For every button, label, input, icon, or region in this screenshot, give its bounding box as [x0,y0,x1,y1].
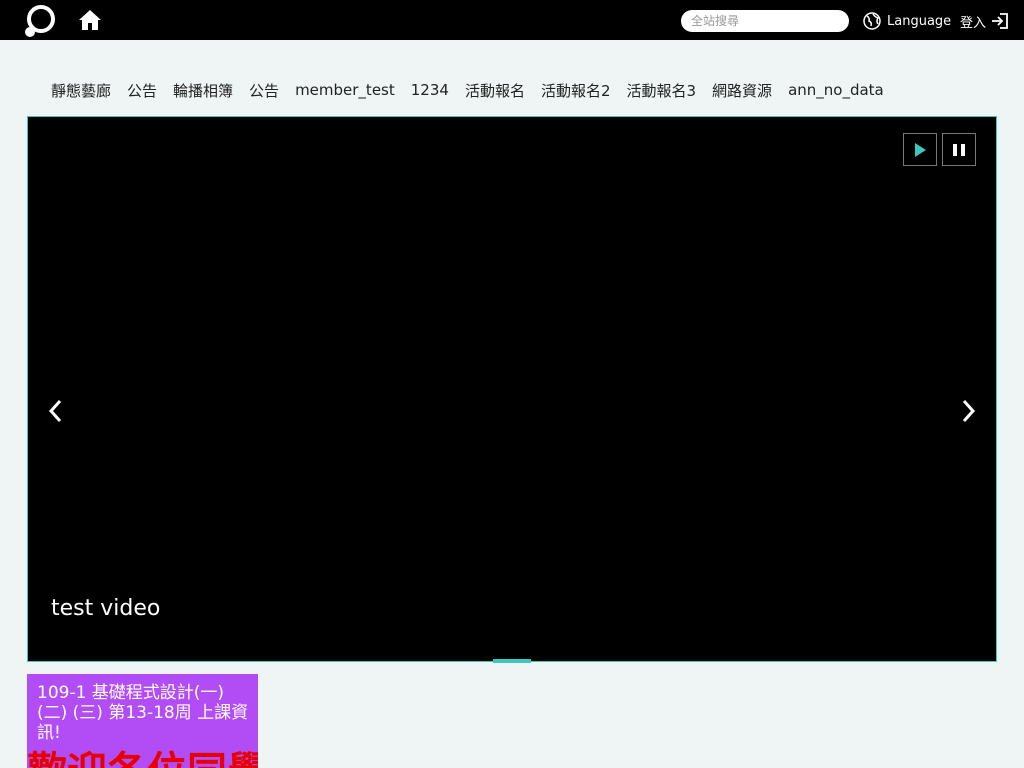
nav-item-event-registration-3[interactable]: 活動報名3 [619,80,705,101]
top-bar: Language 登入 [0,0,1024,40]
nav-item-announcement[interactable]: 公告 [119,80,165,101]
slide-indicator[interactable] [493,659,531,663]
nav-item-static-gallery[interactable]: 靜態藝廊 [43,80,119,101]
nav-item-carousel-album[interactable]: 輪播相簿 [165,80,241,101]
language-label: Language [887,13,952,29]
play-button[interactable] [903,133,937,166]
nav-item-event-registration-2[interactable]: 活動報名2 [533,80,619,101]
nav-item-announcement-2[interactable]: 公告 [241,80,287,101]
main-nav: 靜態藝廊 公告 輪播相簿 公告 member_test 1234 活動報名 活動… [43,79,892,101]
chevron-right-icon[interactable] [958,398,978,424]
globe-icon [863,12,881,30]
nav-item-event-registration[interactable]: 活動報名 [457,80,533,101]
search-input[interactable] [681,10,849,32]
pause-icon [953,143,965,156]
pause-button[interactable] [942,133,976,166]
announcement-card[interactable]: 109-1 基礎程式設計(一)(二) (三) 第13-18周 上課資訊! 歡迎各… [27,674,258,768]
card-title: 109-1 基礎程式設計(一)(二) (三) 第13-18周 上課資訊! [37,683,249,743]
nav-item-ann-no-data[interactable]: ann_no_data [780,81,892,99]
login-label: 登入 [960,15,987,31]
play-icon [915,142,926,157]
logo-icon[interactable] [23,4,57,38]
home-icon[interactable] [78,9,102,31]
login-button[interactable]: 登入 [960,11,1009,31]
login-icon [992,13,1008,29]
nav-item-member-test[interactable]: member_test [287,81,403,99]
chevron-left-icon[interactable] [46,398,66,424]
card-big-text: 歡迎各位同學 [27,752,258,768]
video-carousel[interactable]: test video [27,116,997,663]
language-button[interactable]: Language [863,11,951,31]
nav-item-1234[interactable]: 1234 [403,81,457,99]
slide-caption: test video [51,596,161,621]
nav-item-web-resources[interactable]: 網路資源 [704,80,780,101]
